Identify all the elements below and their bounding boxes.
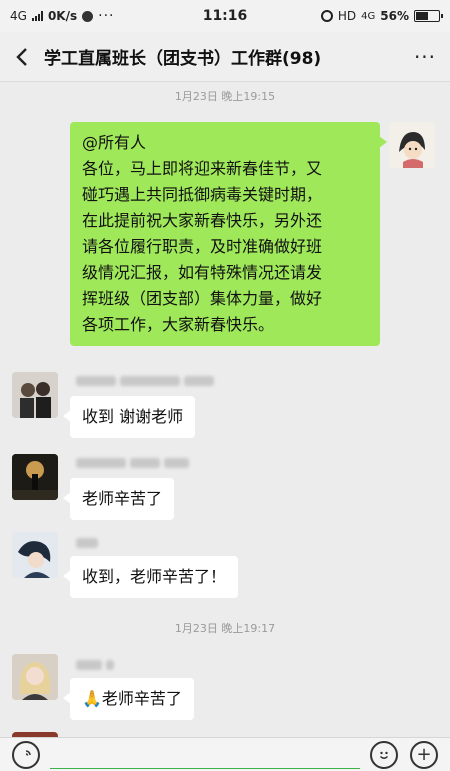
battery-icon <box>414 10 443 22</box>
message-line: @所有人 <box>82 133 147 152</box>
message-line: 各项工作，大家新春快乐。 <box>82 315 275 334</box>
status-right: HD 4G 56% <box>320 9 443 23</box>
network-speed: 0K/s <box>47 9 78 23</box>
my-message-bubble[interactable]: @所有人 各位，马上即将迎来新春佳节，又 碰巧遇上共同抵御病毒关键时期， 在此提… <box>70 122 387 346</box>
chat-header: 学工直属班长（团支书）工作群(98) ··· <box>0 32 450 82</box>
battery-percent: 56% <box>380 9 409 23</box>
message-line: 各位，马上即将迎来新春佳节，又 <box>82 159 323 178</box>
pray-emoji: 🙏 <box>82 689 102 708</box>
status-bar: 4G 0K/s ··· 11:16 HD 4G 56% <box>0 0 450 32</box>
voice-button[interactable] <box>12 740 40 769</box>
avatar-illustration <box>12 454 58 500</box>
sender-name-blurred <box>76 660 114 670</box>
hd-label: HD <box>337 9 357 23</box>
status-left: 4G 0K/s ··· <box>10 8 114 24</box>
message-text: 收到 谢谢老师 <box>82 407 184 426</box>
app-notification-icon <box>82 10 94 22</box>
timestamp: 1月23日 晚上19:17 <box>174 622 276 635</box>
sender-avatar[interactable] <box>12 372 58 418</box>
avatar-illustration <box>12 654 58 700</box>
more-button[interactable]: ··· <box>400 45 450 69</box>
more-icon: ··· <box>413 44 437 69</box>
more-notifications-icon: ··· <box>98 8 115 24</box>
message-line: 级情况汇报，如有特殊情况还请发 <box>82 263 323 282</box>
received-message-bubble[interactable]: 收到，老师辛苦了！ <box>62 556 239 598</box>
chevron-left-icon <box>16 47 27 66</box>
message-line: 碰巧遇上共同抵御病毒关键时期， <box>82 185 323 204</box>
signal-icon <box>31 11 43 21</box>
emoji-icon <box>380 751 388 759</box>
input-bar: + <box>0 737 450 771</box>
voice-icon <box>25 749 31 756</box>
message-line: 挥班级（团支部）集体力量，做好 <box>82 289 323 308</box>
my-avatar[interactable] <box>389 122 435 168</box>
message-input[interactable] <box>50 741 360 769</box>
received-message-bubble[interactable]: 收到 谢谢老师 <box>62 396 196 438</box>
sender-name-blurred <box>76 376 214 386</box>
message-line: 请各位履行职责，及时准确做好班 <box>82 237 323 256</box>
sender-avatar[interactable] <box>12 532 58 578</box>
received-message-bubble[interactable]: 🙏老师辛苦了 <box>63 678 194 720</box>
network-type: 4G <box>10 9 27 23</box>
message-text: 收到，老师辛苦了！ <box>82 567 227 586</box>
message-line: 在此提前祝大家新春快乐，另外还 <box>82 211 323 230</box>
message-text: 老师辛苦了 <box>82 489 163 508</box>
sender-name-blurred <box>76 538 98 548</box>
timestamp: 1月23日 晚上19:15 <box>174 90 276 103</box>
alarm-icon <box>320 10 333 22</box>
sender-avatar[interactable] <box>12 654 58 700</box>
avatar-illustration <box>12 532 58 578</box>
add-button[interactable]: + <box>410 740 438 769</box>
avatar-illustration <box>12 372 58 418</box>
network-type-right: 4G <box>361 10 376 22</box>
message-text: 老师辛苦了 <box>101 689 182 708</box>
sender-avatar[interactable] <box>12 454 58 500</box>
chat-title: 学工直属班长（团支书）工作群(98) <box>44 49 322 69</box>
back-button[interactable] <box>0 32 44 82</box>
chat-area[interactable]: 1月23日 晚上19:15 @所有人 各位，马上即将迎来新春佳节，又 碰巧遇上共… <box>0 82 450 737</box>
sender-name-blurred <box>76 458 189 468</box>
received-message-bubble[interactable]: 老师辛苦了 <box>62 478 175 520</box>
battery-fill <box>416 12 429 20</box>
avatar-illustration <box>389 122 435 168</box>
plus-icon: + <box>416 743 432 765</box>
emoji-button[interactable] <box>370 740 398 769</box>
